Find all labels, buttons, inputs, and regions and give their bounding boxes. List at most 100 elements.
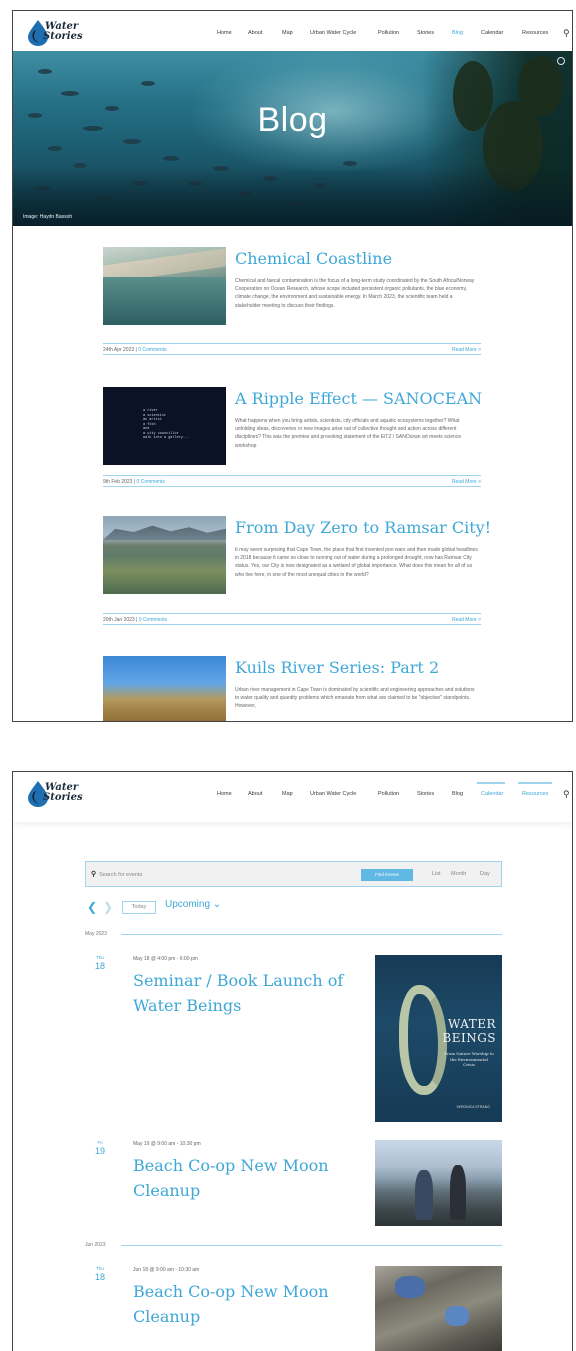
nav-stories[interactable]: Stories	[417, 791, 434, 797]
month-separator: Jun 2023	[85, 1242, 502, 1252]
book-subtitle: From Nature Worship to the Environmental…	[444, 1051, 494, 1067]
post-thumbnail[interactable]	[103, 247, 226, 325]
post-title[interactable]: Kuils River Series: Part 2	[235, 658, 439, 677]
site-header: Water Stories Home About Map Urban Water…	[13, 11, 572, 55]
event-image-litter-pickup[interactable]	[375, 1266, 502, 1351]
month-divider-line	[121, 1245, 502, 1246]
nav-urban-water-cycle[interactable]: Urban Water Cycle	[310, 30, 356, 36]
events-page-screenshot: Water Stories Home About Map Urban Water…	[12, 771, 573, 1351]
post-title[interactable]: A Ripple Effect — SANOCEAN	[235, 389, 482, 408]
post-date-line: 20th Jan 2023 | 0 Comments	[103, 616, 168, 623]
event-weekday: Thu	[96, 955, 104, 960]
view-month-tab[interactable]: Month	[451, 871, 466, 877]
book-title-line1: WATER	[447, 1017, 496, 1031]
events-page: Water Stories Home About Map Urban Water…	[13, 772, 572, 1351]
nav-home[interactable]: Home	[217, 791, 232, 797]
post-date-line: 24th Apr 2023 | 0 Comments	[103, 346, 167, 353]
nav-resources[interactable]: Resources	[522, 791, 548, 797]
event-day: 18	[94, 961, 105, 971]
month-label: Jun 2023	[85, 1242, 112, 1248]
event-datetime: May 18 @ 4:00 pm - 6:00 pm	[133, 956, 198, 962]
post-thumbnail[interactable]: a river a scientist an artist a fish and…	[103, 387, 226, 465]
post-title[interactable]: Chemical Coastline	[235, 249, 392, 268]
glove-shape	[395, 1276, 425, 1298]
event-weekday: Thu	[96, 1266, 104, 1271]
serpent-illustration	[399, 985, 447, 1095]
nav-map[interactable]: Map	[282, 30, 293, 36]
main-nav: Home About Map Urban Water Cycle Polluti…	[203, 782, 570, 803]
thumbnail-poem-text: a river a scientist an artist a fish and…	[143, 409, 190, 440]
event-search-input[interactable]: ⚲ Search for events	[91, 870, 142, 878]
nav-blog[interactable]: Blog	[452, 30, 463, 36]
fish-shape	[141, 81, 155, 86]
event-search-bar: ⚲ Search for events Find Events List Mont…	[85, 861, 502, 887]
read-more-link[interactable]: Read More >	[452, 479, 481, 485]
nav-resources-indicator	[518, 782, 552, 784]
post-thumbnail[interactable]	[103, 656, 226, 721]
month-separator: May 2023	[85, 931, 502, 941]
main-nav: Home About Map Urban Water Cycle Polluti…	[203, 28, 570, 42]
event-title[interactable]: Beach Co-op New Moon Cleanup	[133, 1279, 353, 1329]
post-date: 24th Apr 2023	[103, 346, 135, 353]
hero-bottom-shade	[13, 166, 572, 226]
person-figure	[415, 1170, 433, 1220]
post-excerpt: Chemical and faecal contamination is the…	[235, 278, 475, 309]
post-date: 9th Feb 2023	[103, 478, 133, 485]
nav-about[interactable]: About	[248, 791, 262, 797]
fish-shape	[48, 146, 62, 151]
today-button[interactable]: Today	[122, 901, 156, 914]
post-thumbnail[interactable]	[103, 516, 226, 594]
post-title[interactable]: From Day Zero to Ramsar City!	[235, 518, 491, 537]
post-excerpt: It may seem surprising that Cape Town, t…	[235, 547, 478, 578]
read-more-link[interactable]: Read More >	[452, 347, 481, 353]
view-day-tab[interactable]: Day	[480, 871, 490, 877]
site-header: Water Stories Home About Map Urban Water…	[13, 772, 572, 822]
event-image-beach-cleanup[interactable]	[375, 1140, 502, 1226]
nav-stories[interactable]: Stories	[417, 30, 434, 36]
nav-calendar[interactable]: Calendar	[481, 791, 503, 797]
nav-about[interactable]: About	[248, 30, 262, 36]
event-datetime: May 19 @ 9:00 am - 10:30 pm	[133, 1141, 201, 1147]
post-comments-link[interactable]: 0 Comments	[139, 617, 167, 623]
nav-pollution[interactable]: Pollution	[378, 791, 399, 797]
nav-home[interactable]: Home	[217, 30, 232, 36]
fish-shape	[163, 156, 179, 161]
book-title-line2: BEINGS	[442, 1031, 496, 1045]
month-divider-line	[121, 934, 502, 935]
post-comments-link[interactable]: 0 Comments	[138, 347, 166, 353]
post-date: 20th Jan 2023	[103, 616, 135, 623]
nav-calendar-indicator	[477, 782, 505, 784]
view-list-tab[interactable]: List	[432, 871, 441, 877]
fish-shape	[61, 91, 79, 96]
search-icon[interactable]: ⚲	[563, 789, 570, 800]
read-more-link[interactable]: Read More >	[452, 617, 481, 623]
glove-shape	[445, 1306, 469, 1326]
nav-map[interactable]: Map	[282, 791, 293, 797]
next-arrow-icon[interactable]: ❯	[103, 900, 113, 914]
circle-icon[interactable]	[557, 57, 565, 65]
upcoming-dropdown[interactable]: Upcoming ⌄	[165, 899, 221, 910]
event-title[interactable]: Seminar / Book Launch of Water Beings	[133, 968, 353, 1018]
thumbnail-mountains	[103, 525, 226, 540]
hero-title: Blog	[257, 101, 328, 139]
site-logo[interactable]: Water Stories	[27, 780, 89, 808]
nav-pollution[interactable]: Pollution	[378, 30, 399, 36]
previous-arrow-icon[interactable]: ❮	[87, 900, 97, 914]
event-image-book-cover[interactable]: WATER BEINGS From Nature Worship to the …	[375, 955, 502, 1122]
nav-blog[interactable]: Blog	[452, 791, 463, 797]
post-comments-link[interactable]: 0 Comments	[137, 479, 165, 485]
post-meta: 24th Apr 2023 | 0 Comments Read More >	[103, 343, 481, 355]
post-meta: 20th Jan 2023 | 0 Comments Read More >	[103, 613, 481, 625]
event-day: 19	[94, 1146, 105, 1156]
nav-urban-water-cycle[interactable]: Urban Water Cycle	[310, 791, 356, 797]
nav-resources[interactable]: Resources	[522, 30, 548, 36]
post-meta: 9th Feb 2023 | 0 Comments Read More >	[103, 475, 481, 487]
event-title[interactable]: Beach Co-op New Moon Cleanup	[133, 1153, 353, 1203]
site-logo[interactable]: Water Stories	[27, 19, 89, 47]
search-icon[interactable]: ⚲	[563, 28, 570, 39]
hero-image-credit: Image: Haydn Bassoh	[23, 214, 73, 220]
blog-page-screenshot: Water Stories Home About Map Urban Water…	[12, 10, 573, 722]
find-events-button[interactable]: Find Events	[361, 869, 413, 881]
person-figure	[450, 1165, 466, 1220]
nav-calendar[interactable]: Calendar	[481, 30, 503, 36]
